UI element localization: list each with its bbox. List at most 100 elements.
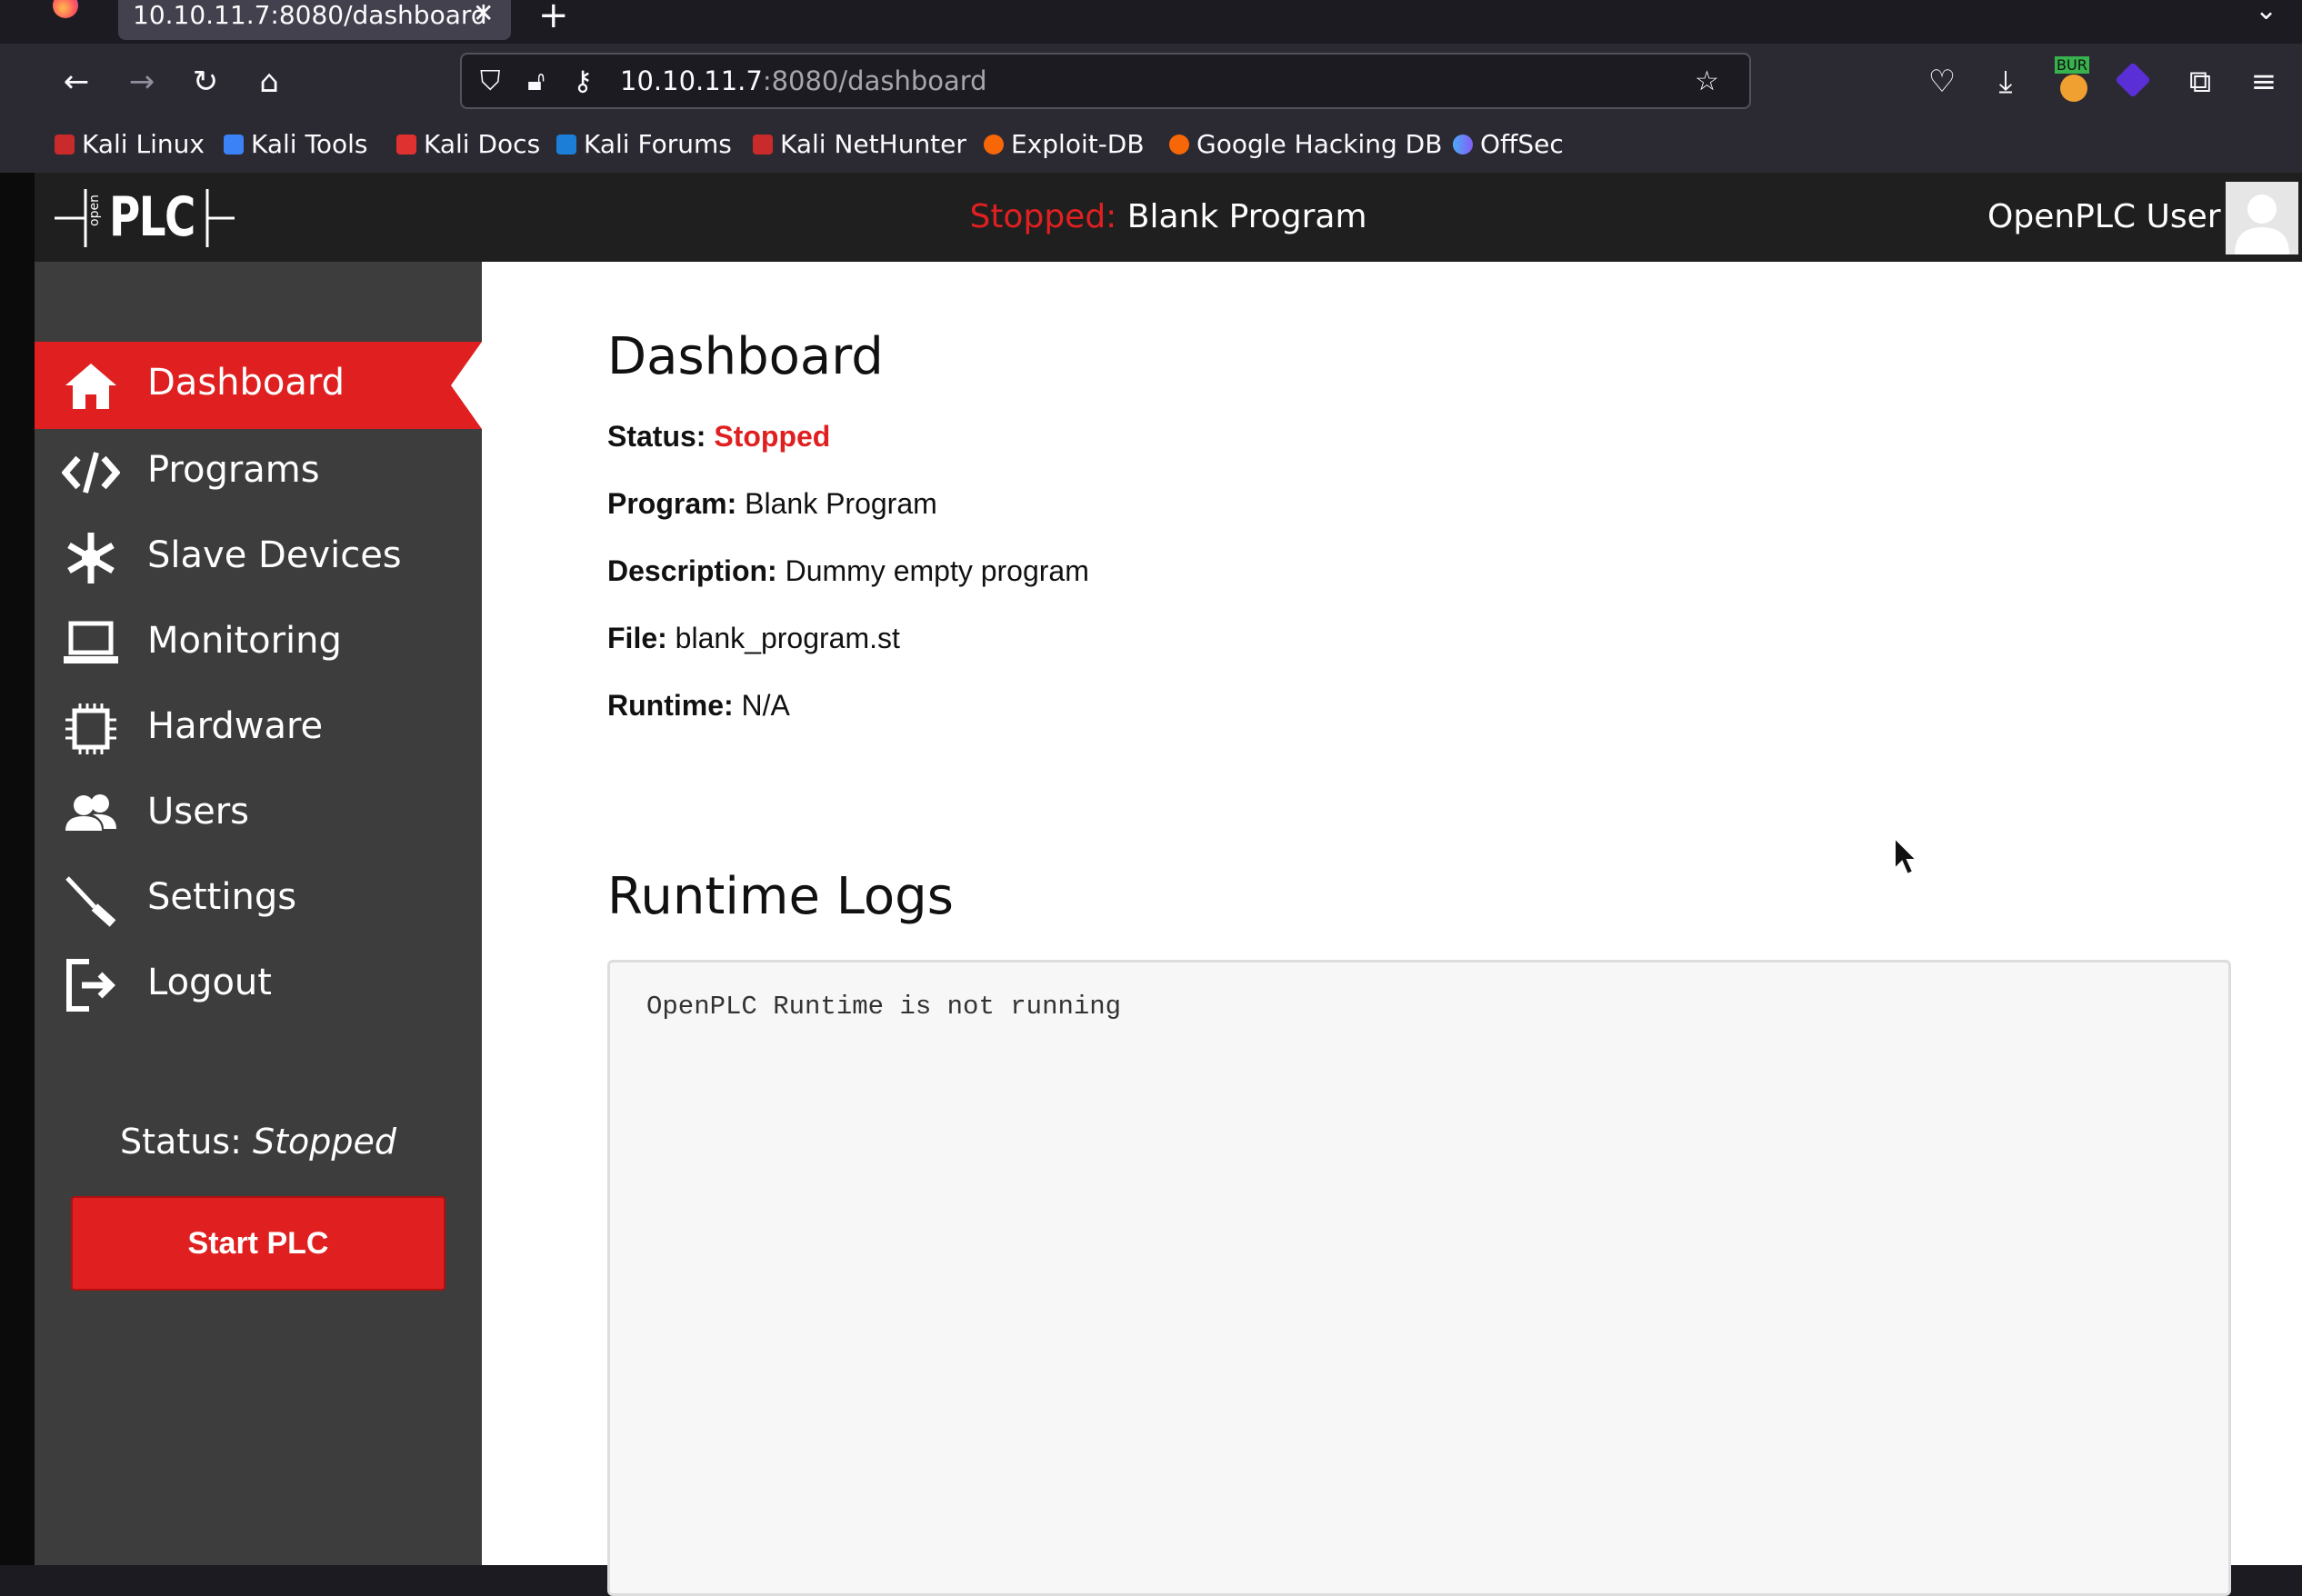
screwdriver-icon xyxy=(65,876,116,927)
bookmark-kali-nethunter[interactable]: Kali NetHunter xyxy=(753,129,966,159)
snowflake-icon xyxy=(67,533,115,584)
runtime-logs-text: OpenPLC Runtime is not running xyxy=(646,992,1122,1022)
burp-badge: BUR xyxy=(2055,56,2089,74)
sidebar-status: Status: Stopped xyxy=(35,1122,482,1162)
code-icon xyxy=(62,452,120,494)
browser-navbar: ← → ↻ ⌂ ⛉ 🔓︎ ⚷ 10.10.11.7:8080/dashboard… xyxy=(0,44,2302,120)
logout-icon xyxy=(66,959,115,1012)
lock-icon[interactable]: 🔓︎ xyxy=(527,65,545,97)
download-icon[interactable]: ⤓ xyxy=(1984,60,2027,104)
bookmarks-bar: Kali Linux Kali Tools Kali Docs Kali For… xyxy=(0,120,2302,173)
openplc-logo[interactable]: open PLC xyxy=(55,182,236,254)
chevron-down-icon[interactable]: ⌄ xyxy=(2255,0,2277,26)
program-label: Program: xyxy=(607,487,737,520)
top-program-name: Blank Program xyxy=(1126,198,1367,235)
back-arrow-icon[interactable]: ← xyxy=(55,60,98,104)
sidebar-item-dashboard[interactable]: Dashboard xyxy=(35,342,482,429)
file-label: File: xyxy=(607,622,667,654)
description-value: Dummy empty program xyxy=(785,554,1089,587)
key-icon[interactable]: ⚷ xyxy=(573,65,593,97)
bookmark-label: Kali Linux xyxy=(82,129,205,159)
new-tab-icon[interactable]: + xyxy=(538,0,569,36)
runtime-value: N/A xyxy=(741,689,790,722)
start-plc-button[interactable]: Start PLC xyxy=(71,1196,445,1291)
sidebar-item-settings[interactable]: Settings xyxy=(35,856,482,943)
status-value: Stopped xyxy=(714,420,831,453)
avatar[interactable] xyxy=(2226,182,2298,254)
bookmark-kali-docs[interactable]: Kali Docs xyxy=(396,129,540,159)
top-bar: open PLC Stopped: Blank Program OpenPLC … xyxy=(35,173,2302,262)
sidebar-item-label: Monitoring xyxy=(147,620,342,662)
sidebar-item-label: Settings xyxy=(147,876,297,918)
sidebar-status-value: Stopped xyxy=(252,1122,396,1162)
browser-tab-strip: 10.10.11.7:8080/dashboard ✕ + ⌄ xyxy=(0,0,2302,44)
bookmark-kali-forums[interactable]: Kali Forums xyxy=(556,129,732,159)
browser-tab[interactable]: 10.10.11.7:8080/dashboard ✕ xyxy=(118,0,511,40)
url-text[interactable]: 10.10.11.7:8080/dashboard xyxy=(620,65,987,96)
file-value: blank_program.st xyxy=(675,622,900,654)
ghdb-icon xyxy=(1169,134,1189,155)
url-bar[interactable]: ⛉ 🔓︎ ⚷ 10.10.11.7:8080/dashboard ☆ xyxy=(460,53,1751,109)
bookmark-label: Google Hacking DB xyxy=(1196,129,1443,159)
sidebar-item-logout[interactable]: Logout xyxy=(35,942,482,1029)
runtime-logs-title: Runtime Logs xyxy=(607,867,954,926)
url-host: 10.10.11.7 xyxy=(620,65,763,96)
kali-forums-icon xyxy=(556,134,576,155)
sidebar-item-programs[interactable]: Programs xyxy=(35,429,482,516)
close-icon[interactable]: ✕ xyxy=(473,0,494,28)
reload-icon[interactable]: ↻ xyxy=(184,60,227,104)
forward-arrow-icon[interactable]: → xyxy=(120,60,164,104)
bookmark-google-hacking-db[interactable]: Google Hacking DB xyxy=(1169,129,1442,159)
offsec-icon xyxy=(1453,134,1473,155)
sidebar-item-label: Logout xyxy=(147,962,272,1003)
file-row: File: blank_program.st xyxy=(607,622,900,655)
sidebar-item-hardware[interactable]: Hardware xyxy=(35,685,482,773)
status-label: Status: xyxy=(607,420,706,453)
sidebar-item-label: Hardware xyxy=(147,705,324,747)
home-icon xyxy=(65,364,116,409)
bookmark-kali-linux[interactable]: Kali Linux xyxy=(55,129,205,159)
sidebar-item-label: Programs xyxy=(147,449,320,491)
sidebar-item-slave-devices[interactable]: Slave Devices xyxy=(35,514,482,602)
exploit-db-icon xyxy=(984,134,1004,155)
window-left-edge xyxy=(0,173,35,1565)
sidebar-item-monitoring[interactable]: Monitoring xyxy=(35,600,482,687)
sidebar-item-users[interactable]: Users xyxy=(35,771,482,858)
home-icon[interactable]: ⌂ xyxy=(247,60,291,104)
shield-icon[interactable]: ⛉ xyxy=(480,65,501,97)
top-status: Stopped: Blank Program xyxy=(35,198,2302,235)
extensions-puzzle-icon[interactable]: ⧉ xyxy=(2178,60,2222,104)
hamburger-menu-icon[interactable]: ≡ xyxy=(2242,60,2286,104)
bookmark-label: Kali Docs xyxy=(424,129,541,159)
chip-icon xyxy=(65,703,116,754)
pocket-icon[interactable]: ♡ xyxy=(1920,60,1964,104)
runtime-logs-box[interactable]: OpenPLC Runtime is not running xyxy=(607,960,2231,1596)
tab-title: 10.10.11.7:8080/dashboard xyxy=(133,0,487,30)
extension-hex-icon[interactable] xyxy=(2115,62,2151,98)
logo-small-text: open xyxy=(87,195,102,226)
sidebar-item-label: Users xyxy=(147,791,250,833)
main-content: Dashboard Status: Stopped Program: Blank… xyxy=(482,262,2302,1596)
top-status-word: Stopped: xyxy=(969,198,1117,235)
burp-extension-icon[interactable]: BUR xyxy=(2053,56,2093,104)
bookmark-exploit-db[interactable]: Exploit-DB xyxy=(984,129,1145,159)
sidebar-status-label: Status: xyxy=(120,1122,242,1162)
status-row: Status: Stopped xyxy=(607,420,830,454)
user-name[interactable]: OpenPLC User xyxy=(1987,198,2221,235)
laptop-icon xyxy=(64,621,118,663)
firefox-icon xyxy=(53,0,78,18)
description-label: Description: xyxy=(607,554,777,587)
bookmark-label: Kali NetHunter xyxy=(780,129,966,159)
runtime-label: Runtime: xyxy=(607,689,734,722)
sidebar: Dashboard Programs Slave Devices Monitor… xyxy=(35,262,482,1565)
star-icon[interactable]: ☆ xyxy=(1695,65,1719,97)
openplc-page: open PLC Stopped: Blank Program OpenPLC … xyxy=(35,173,2302,1596)
kali-tools-icon xyxy=(224,134,244,155)
mouse-cursor-icon xyxy=(1894,836,1918,876)
page-title: Dashboard xyxy=(607,327,884,386)
runtime-row: Runtime: N/A xyxy=(607,689,790,723)
bookmark-kali-tools[interactable]: Kali Tools xyxy=(224,129,367,159)
kali-docs-icon xyxy=(396,134,416,155)
sidebar-item-label: Slave Devices xyxy=(147,534,402,576)
bookmark-offsec[interactable]: OffSec xyxy=(1453,129,1564,159)
